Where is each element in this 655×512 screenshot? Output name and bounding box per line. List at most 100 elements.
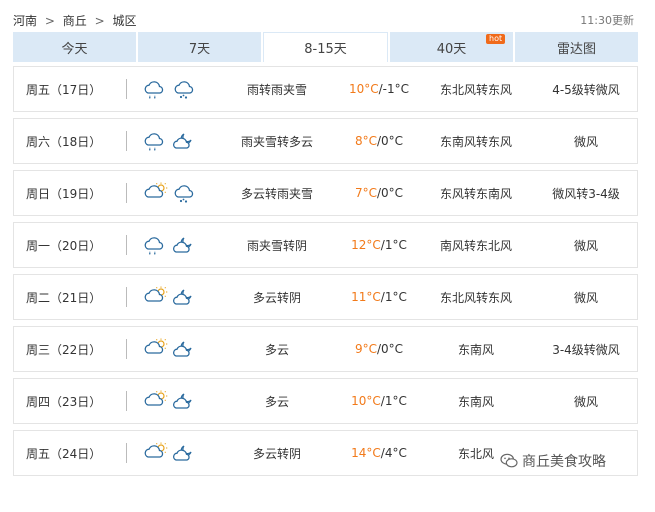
forecast-day: 周日（19日） — [26, 186, 102, 201]
weather-icons — [127, 338, 213, 360]
temp-high: 8°C — [354, 134, 377, 148]
breadcrumb-district[interactable]: 城区 — [112, 14, 136, 28]
breadcrumb: 河南 > 商丘 > 城区 — [13, 12, 136, 29]
forecast-row: 周日（19日） 多云转雨夹雪 7°C/0°C 东风转东南风 微风转3-4级 — [13, 170, 638, 216]
weather-description: 多云 — [264, 342, 289, 357]
wind-level: 微风 — [573, 290, 598, 305]
temp-low: /1°C — [380, 238, 407, 252]
wind-direction: 东风转东南风 — [439, 186, 512, 201]
watermark: 商丘美食攻略 — [500, 451, 606, 471]
partly-cloudy-icon — [173, 341, 192, 357]
partly-cloudy-sun-icon — [144, 390, 168, 406]
weather-description: 多云转阴 — [252, 446, 301, 461]
hot-badge: hot — [486, 34, 506, 44]
weather-icons — [127, 442, 213, 464]
breadcrumb-province[interactable]: 河南 — [13, 14, 37, 28]
weather-icons — [127, 130, 213, 152]
breadcrumb-city[interactable]: 商丘 — [63, 14, 87, 28]
temp-high: 11°C — [351, 290, 381, 304]
temp-high: 10°C — [348, 82, 379, 96]
wind-direction: 东北风转东风 — [439, 82, 512, 97]
snow-rain-icon — [174, 185, 194, 203]
temp-high: 10°C — [351, 394, 381, 408]
weather-icons — [127, 390, 213, 412]
forecast-day: 周三（22日） — [26, 342, 102, 357]
rain-sleet-icon — [144, 81, 164, 99]
temperature: 12°C/1°C — [341, 238, 417, 252]
watermark-text: 商丘美食攻略 — [522, 454, 606, 470]
temp-high: 7°C — [354, 186, 377, 200]
wind-direction: 南风转东北风 — [439, 238, 512, 253]
temp-high: 9°C — [354, 342, 377, 356]
tab-today[interactable]: 今天 — [13, 32, 136, 62]
sleet-icon — [144, 237, 164, 255]
weather-icons — [127, 286, 213, 308]
partly-cloudy-sun-icon — [144, 338, 168, 354]
weather-icons — [127, 182, 213, 204]
breadcrumb-separator: > — [94, 14, 105, 28]
forecast-list: 周五（17日） 雨转雨夹雪 10°C/-1°C 东北风转东风 4-5级转微风 周六（18日… — [13, 66, 638, 482]
forecast-row: 周二（21日） 多云转阴 11°C/1°C 东北风转东风 微风 — [13, 274, 638, 320]
partly-cloudy-sun-icon — [144, 286, 168, 302]
tab-7-days[interactable]: 7天 — [138, 32, 261, 62]
overcast-icon — [173, 237, 192, 253]
temp-high: 14°C — [351, 446, 381, 460]
temperature: 10°C/1°C — [341, 394, 417, 408]
temp-low: /0°C — [376, 186, 404, 200]
wind-level: 微风 — [573, 134, 598, 149]
weather-description: 多云转雨夹雪 — [240, 186, 313, 201]
tab-label: 40天 — [436, 41, 467, 57]
forecast-row: 周一（20日） 雨夹雪转阴 12°C/1°C 南风转东北风 微风 — [13, 222, 638, 268]
wind-direction: 东南风转东风 — [439, 134, 512, 149]
sleet-icon — [144, 133, 164, 151]
temperature: 8°C/0°C — [341, 134, 417, 148]
temp-low: /0°C — [376, 342, 404, 356]
partly-cloudy-icon — [173, 393, 192, 409]
wind-level: 微风 — [573, 238, 598, 253]
tab-radar[interactable]: 雷达图 — [515, 32, 638, 62]
weather-icons — [127, 234, 213, 256]
forecast-row: 周五（17日） 雨转雨夹雪 10°C/-1°C 东北风转东风 4-5级转微风 — [13, 66, 638, 112]
partly-cloudy-icon — [173, 133, 192, 149]
update-time: 11:30更新 — [580, 14, 634, 27]
weather-description: 多云 — [264, 394, 289, 409]
wind-direction: 东南风 — [457, 394, 494, 409]
forecast-day: 周四（23日） — [26, 394, 102, 409]
temp-high: 12°C — [351, 238, 381, 252]
temperature: 7°C/0°C — [341, 186, 417, 200]
wind-level: 微风转3-4级 — [552, 186, 620, 201]
forecast-row: 周六（18日） 雨夹雪转多云 8°C/0°C 东南风转东风 微风 — [13, 118, 638, 164]
wind-direction: 东南风 — [457, 342, 494, 357]
wind-level: 微风 — [573, 394, 598, 409]
overcast-icon — [173, 445, 192, 461]
forecast-day: 周一（20日） — [26, 238, 102, 253]
snow-rain-icon — [174, 81, 194, 99]
weather-icons — [127, 78, 213, 100]
temperature: 11°C/1°C — [341, 290, 417, 304]
temp-low: /1°C — [380, 394, 407, 408]
temperature: 9°C/0°C — [341, 342, 417, 356]
forecast-tabs: 今天 7天 8-15天 40天 hot 雷达图 — [13, 32, 638, 62]
forecast-row: 周四（23日） 多云 10°C/1°C 东南风 微风 — [13, 378, 638, 424]
wind-level: 3-4级转微风 — [552, 342, 620, 357]
forecast-day: 周二（21日） — [26, 290, 102, 305]
temperature: 10°C/-1°C — [341, 82, 417, 96]
forecast-row: 周三（22日） 多云 9°C/0°C 东南风 3-4级转微风 — [13, 326, 638, 372]
wind-level: 4-5级转微风 — [552, 82, 620, 97]
weather-description: 雨夹雪转多云 — [240, 134, 313, 149]
partly-cloudy-sun-icon — [144, 442, 168, 458]
tab-8-15-days[interactable]: 8-15天 — [263, 32, 388, 62]
weather-description: 雨转雨夹雪 — [246, 82, 307, 97]
weather-description: 雨夹雪转阴 — [246, 238, 307, 253]
partly-cloudy-sun-icon — [144, 182, 168, 198]
forecast-day: 周六（18日） — [26, 134, 102, 149]
temp-low: /1°C — [380, 290, 407, 304]
top-bar: 河南 > 商丘 > 城区 11:30更新 — [13, 8, 638, 30]
temp-low: /0°C — [376, 134, 404, 148]
breadcrumb-separator: > — [44, 14, 55, 28]
forecast-day: 周五（24日） — [26, 446, 102, 461]
temp-low: /-1°C — [378, 82, 410, 96]
tab-40-days[interactable]: 40天 hot — [390, 32, 513, 62]
weather-description: 多云转阴 — [252, 290, 301, 305]
temp-low: /4°C — [380, 446, 407, 460]
